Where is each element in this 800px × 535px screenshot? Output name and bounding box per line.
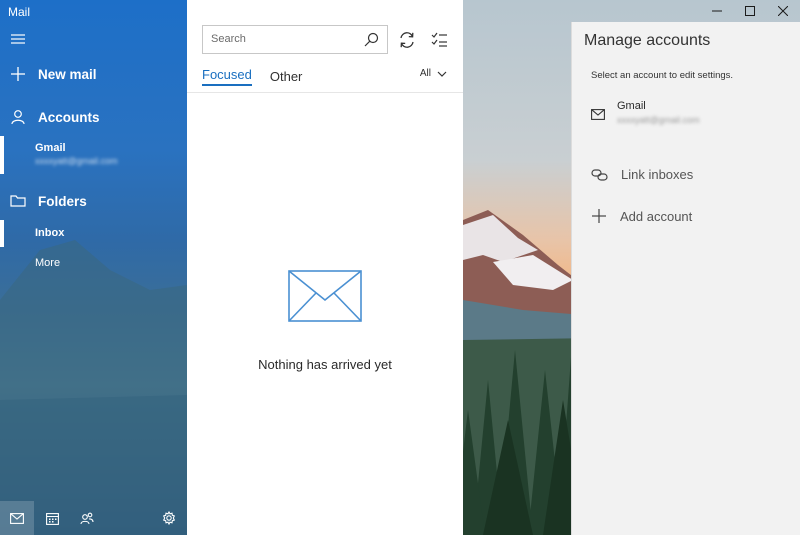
folders-button[interactable]: Folders bbox=[0, 192, 187, 210]
folder-selection-indicator bbox=[0, 220, 4, 247]
account-selection-indicator bbox=[0, 136, 4, 174]
nav-account-name: Gmail bbox=[35, 142, 66, 154]
person-icon bbox=[11, 110, 25, 125]
nav-account-email: xxxxyatt@gmail.com bbox=[35, 156, 118, 166]
manage-accounts-hint: Select an account to edit settings. bbox=[591, 70, 734, 81]
tab-focused[interactable]: Focused bbox=[202, 67, 252, 86]
new-mail-label: New mail bbox=[38, 66, 97, 82]
link-inboxes-button[interactable]: Link inboxes bbox=[591, 167, 693, 182]
settings-button[interactable] bbox=[152, 501, 186, 535]
hamburger-menu-icon[interactable] bbox=[10, 31, 26, 47]
list-divider bbox=[187, 92, 463, 93]
manage-account-email: xxxxyatt@gmail.com bbox=[617, 115, 700, 125]
manage-accounts-panel: Manage accounts Select an account to edi… bbox=[571, 22, 800, 535]
sync-icon[interactable] bbox=[397, 30, 417, 50]
add-account-button[interactable]: Add account bbox=[591, 208, 692, 224]
calendar-icon bbox=[45, 512, 59, 525]
filter-dropdown[interactable]: All bbox=[420, 68, 448, 79]
empty-state-message: Nothing has arrived yet bbox=[258, 357, 392, 372]
envelope-icon bbox=[288, 270, 362, 322]
message-list-pane: Search Focused Other All Nothing has arr… bbox=[187, 0, 463, 535]
folders-label: Folders bbox=[38, 193, 87, 209]
mail-icon bbox=[10, 512, 24, 524]
add-account-label: Add account bbox=[620, 208, 693, 224]
link-icon bbox=[591, 168, 608, 181]
maximize-icon bbox=[745, 6, 755, 16]
close-icon bbox=[778, 6, 788, 16]
filter-label: All bbox=[419, 68, 431, 79]
folder-more[interactable]: More bbox=[35, 257, 60, 269]
mail-switch-button[interactable] bbox=[0, 501, 34, 535]
calendar-switch-button[interactable] bbox=[35, 501, 69, 535]
manage-account-gmail[interactable]: Gmail xxxxyatt@gmail.com bbox=[591, 100, 700, 125]
search-input[interactable]: Search bbox=[211, 33, 246, 45]
nav-bottom-bar bbox=[0, 501, 187, 535]
plus-icon bbox=[11, 67, 25, 81]
gear-icon bbox=[162, 511, 176, 525]
minimize-button[interactable] bbox=[700, 0, 734, 22]
accounts-button[interactable]: Accounts bbox=[0, 108, 187, 126]
inbox-tabs: Focused Other bbox=[202, 67, 320, 86]
maximize-button[interactable] bbox=[733, 0, 767, 22]
link-inboxes-label: Link inboxes bbox=[621, 167, 694, 182]
manage-account-name: Gmail bbox=[617, 100, 646, 112]
tab-other[interactable]: Other bbox=[270, 69, 303, 86]
manage-accounts-title: Manage accounts bbox=[584, 32, 711, 49]
people-switch-button[interactable] bbox=[70, 501, 104, 535]
folder-icon bbox=[10, 195, 26, 207]
plus-icon bbox=[592, 209, 606, 223]
navigation-pane: Mail New mail Accounts Gmail xxxxyatt@gm… bbox=[0, 0, 187, 535]
empty-state bbox=[187, 270, 463, 327]
folder-inbox[interactable]: Inbox bbox=[35, 227, 64, 239]
chevron-down-icon bbox=[437, 71, 447, 77]
accounts-label: Accounts bbox=[38, 109, 100, 125]
search-box[interactable]: Search bbox=[202, 25, 388, 54]
search-icon[interactable] bbox=[364, 32, 379, 47]
new-mail-button[interactable]: New mail bbox=[0, 65, 187, 83]
people-icon bbox=[80, 512, 94, 524]
minimize-icon bbox=[712, 10, 722, 12]
app-title: Mail bbox=[8, 5, 31, 19]
nav-account-gmail[interactable]: Gmail xxxxyatt@gmail.com bbox=[35, 142, 118, 166]
selection-mode-icon[interactable] bbox=[430, 30, 450, 50]
mail-icon bbox=[591, 109, 605, 120]
close-button[interactable] bbox=[766, 0, 800, 22]
